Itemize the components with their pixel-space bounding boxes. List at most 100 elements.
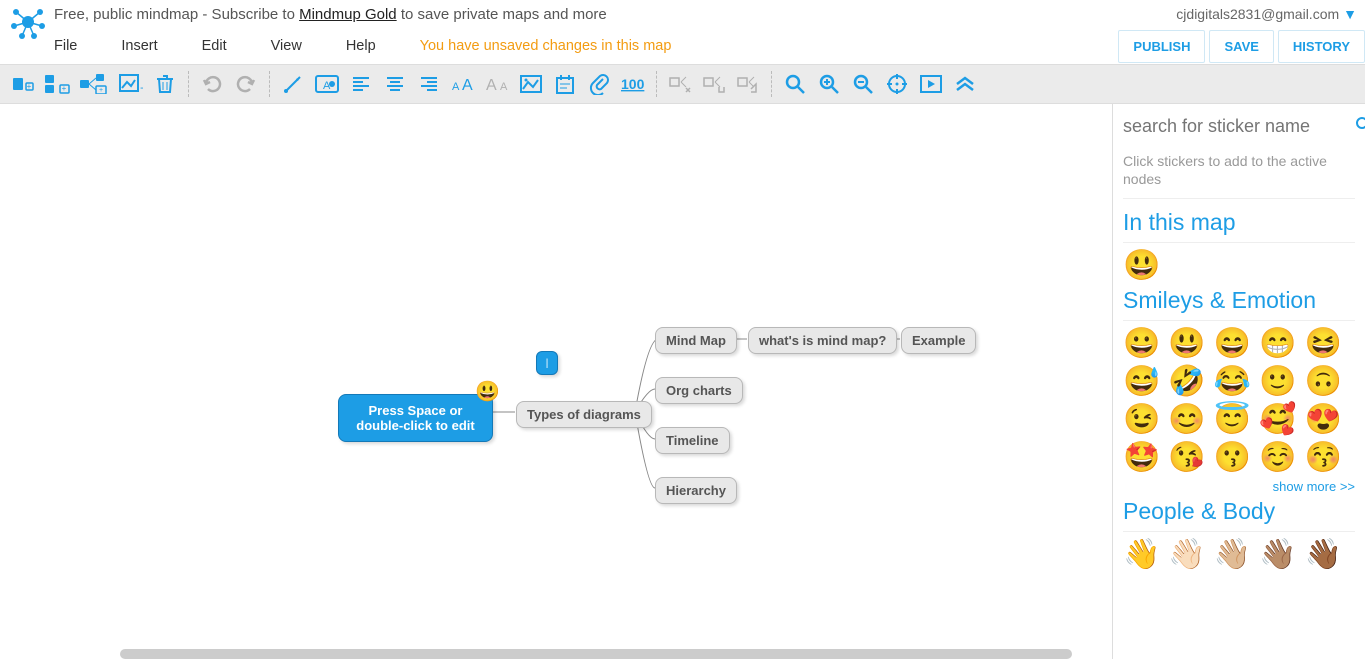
present-icon[interactable] (914, 69, 948, 99)
note-icon[interactable] (548, 69, 582, 99)
undo-icon[interactable] (195, 69, 229, 99)
align-left-icon[interactable] (344, 69, 378, 99)
emoji-sticker[interactable]: 😁 (1259, 329, 1296, 359)
node-hierarchy[interactable]: Hierarchy (655, 477, 737, 504)
emoji-sticker[interactable]: 😅 (1123, 367, 1160, 397)
svg-text:A: A (500, 81, 508, 93)
emoji-sticker[interactable]: 😃 (1168, 329, 1205, 359)
user-menu-dropdown-icon[interactable]: ▼ (1343, 6, 1357, 22)
search-icon[interactable] (1355, 116, 1365, 137)
menu-help[interactable]: Help (346, 38, 376, 54)
redo-icon[interactable] (229, 69, 263, 99)
header-message: Free, public mindmap - Subscribe to Mind… (54, 6, 1176, 23)
mindmap-canvas[interactable]: Press Space or double-click to edit 😃 | … (0, 104, 1112, 659)
menu-view[interactable]: View (271, 38, 302, 54)
emoji-sticker[interactable]: 😇 (1214, 405, 1251, 435)
menu-edit[interactable]: Edit (202, 38, 227, 54)
header-msg-prefix: Free, public mindmap - Subscribe to (54, 6, 299, 23)
people-emoji-grid: 👋 👋🏻 👋🏼 👋🏽 👋🏾 (1123, 540, 1355, 570)
cut-icon[interactable] (663, 69, 697, 99)
image-icon[interactable] (514, 69, 548, 99)
emoji-sticker[interactable]: 😂 (1214, 367, 1251, 397)
align-right-icon[interactable] (412, 69, 446, 99)
paste-icon[interactable] (731, 69, 765, 99)
toolbar: + + + + A AA AA 100 (0, 64, 1365, 104)
connectors (0, 104, 1112, 659)
emoji-sticker[interactable]: 🥰 (1259, 405, 1296, 435)
text-smaller-icon[interactable]: AA (480, 69, 514, 99)
line-icon[interactable] (276, 69, 310, 99)
sticker-panel: Click stickers to add to the active node… (1112, 104, 1365, 659)
node-style-icon[interactable]: A (310, 69, 344, 99)
selected-node-handle[interactable]: | (536, 351, 558, 375)
emoji-sticker[interactable]: 😗 (1214, 443, 1251, 473)
menu-file[interactable]: File (54, 38, 77, 54)
delete-icon[interactable] (148, 69, 182, 99)
root-node[interactable]: Press Space or double-click to edit (338, 394, 493, 442)
emoji-sticker[interactable]: 😄 (1214, 329, 1251, 359)
node-example[interactable]: Example (901, 327, 976, 354)
sticker-hint: Click stickers to add to the active node… (1123, 152, 1355, 199)
header-msg-suffix: to save private maps and more (397, 6, 607, 23)
save-button[interactable]: SAVE (1209, 30, 1273, 63)
app-logo (8, 2, 48, 42)
node-timeline[interactable]: Timeline (655, 427, 730, 454)
search-icon[interactable] (778, 69, 812, 99)
node-org[interactable]: Org charts (655, 377, 743, 404)
emoji-sticker[interactable]: 🙂 (1259, 367, 1296, 397)
emoji-sticker[interactable]: 😃 (1123, 251, 1160, 281)
zoom-in-icon[interactable] (812, 69, 846, 99)
show-more-link[interactable]: show more >> (1273, 479, 1355, 494)
node-types[interactable]: Types of diagrams (516, 401, 652, 428)
publish-button[interactable]: PUBLISH (1118, 30, 1205, 63)
emoji-sticker[interactable]: 👋🏽 (1259, 540, 1296, 570)
add-sibling-icon[interactable]: + (40, 69, 74, 99)
svg-text:A: A (452, 81, 460, 93)
root-emoji-icon: 😃 (475, 379, 500, 404)
emoji-sticker[interactable]: 😘 (1168, 443, 1205, 473)
section-in-this-map: In this map (1123, 209, 1355, 243)
emoji-sticker[interactable]: 👋🏾 (1304, 540, 1341, 570)
svg-text:100: 100 (621, 76, 645, 92)
measure-icon[interactable]: 100 (616, 69, 650, 99)
emoji-sticker[interactable]: 😆 (1304, 329, 1341, 359)
emoji-sticker[interactable]: 😀 (1123, 329, 1160, 359)
emoji-sticker[interactable]: 😊 (1168, 405, 1205, 435)
zoom-out-icon[interactable] (846, 69, 880, 99)
menu-insert[interactable]: Insert (121, 38, 157, 54)
collapse-icon[interactable] (948, 69, 982, 99)
section-smileys: Smileys & Emotion (1123, 287, 1355, 321)
align-center-icon[interactable] (378, 69, 412, 99)
emoji-sticker[interactable]: 👋🏼 (1214, 540, 1251, 570)
add-child-icon[interactable]: + (6, 69, 40, 99)
svg-text:+: + (99, 87, 103, 94)
emoji-sticker[interactable]: ☺️ (1259, 443, 1296, 473)
copy-icon[interactable] (697, 69, 731, 99)
history-button[interactable]: HISTORY (1278, 30, 1365, 63)
svg-text:+: + (62, 84, 67, 93)
emoji-sticker[interactable]: 😚 (1304, 443, 1341, 473)
emoji-sticker[interactable]: 😍 (1304, 405, 1341, 435)
mindmup-gold-link[interactable]: Mindmup Gold (299, 6, 397, 23)
center-icon[interactable] (880, 69, 914, 99)
emoji-sticker[interactable]: 🤣 (1168, 367, 1205, 397)
text-bigger-icon[interactable]: AA (446, 69, 480, 99)
add-parent-icon[interactable]: + (74, 69, 114, 99)
add-image-icon[interactable]: + (114, 69, 148, 99)
emoji-sticker[interactable]: 😉 (1123, 405, 1160, 435)
smileys-emoji-grid: 😀 😃 😄 😁 😆 😅 🤣 😂 🙂 🙃 😉 😊 😇 🥰 😍 🤩 😘 😗 ☺️ 😚 (1123, 329, 1355, 473)
unsaved-warning: You have unsaved changes in this map (420, 38, 672, 54)
emoji-sticker[interactable]: 🤩 (1123, 443, 1160, 473)
emoji-sticker[interactable]: 🙃 (1304, 367, 1341, 397)
node-what[interactable]: what's is mind map? (748, 327, 897, 354)
svg-text:A: A (486, 77, 497, 94)
user-email[interactable]: cjdigitals2831@gmail.com (1176, 6, 1339, 22)
section-people: People & Body (1123, 498, 1355, 532)
in-map-emoji-grid: 😃 (1123, 251, 1355, 281)
sticker-search-input[interactable] (1123, 116, 1355, 137)
emoji-sticker[interactable]: 👋🏻 (1168, 540, 1205, 570)
emoji-sticker[interactable]: 👋 (1123, 540, 1160, 570)
horizontal-scrollbar[interactable] (10, 649, 1102, 659)
attach-icon[interactable] (582, 69, 616, 99)
node-mindmap[interactable]: Mind Map (655, 327, 737, 354)
